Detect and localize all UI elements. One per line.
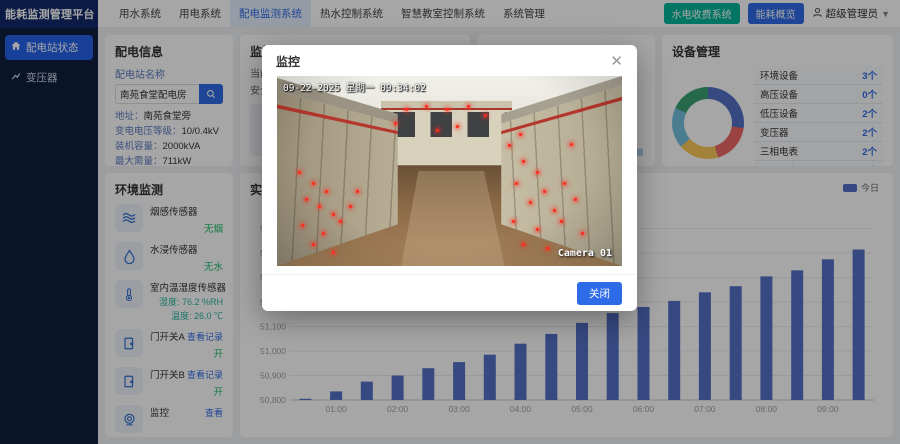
indicator-light xyxy=(581,232,584,235)
indicator-light xyxy=(467,105,470,108)
camera-modal: 监控 ✕ 09-22-2025 星期一 09:34:02 Camera 01 关… xyxy=(262,45,637,311)
indicator-light xyxy=(436,129,439,132)
indicator-light xyxy=(522,160,525,163)
close-icon[interactable]: ✕ xyxy=(610,54,623,69)
indicator-light xyxy=(312,243,315,246)
modal-footer: 关闭 xyxy=(262,274,637,311)
indicator-light xyxy=(570,143,573,146)
indicator-light xyxy=(332,213,335,216)
modal-title: 监控 xyxy=(276,53,300,70)
indicator-light xyxy=(394,122,397,125)
app-window: 能耗监测管理平台 配电站状态 变压器 用水系统用电系统配电监测系统热水控制系统智… xyxy=(0,0,900,444)
indicator-light xyxy=(519,133,522,136)
indicator-light xyxy=(305,198,308,201)
indicator-light xyxy=(298,171,301,174)
indicator-light xyxy=(484,114,487,117)
indicator-light xyxy=(536,228,539,231)
indicator-light xyxy=(332,251,335,254)
camera-feed-image: 09-22-2025 星期一 09:34:02 Camera 01 xyxy=(277,76,622,266)
indicator-light xyxy=(543,190,546,193)
modal-header: 监控 ✕ xyxy=(262,45,637,76)
camera-timestamp: 09-22-2025 星期一 09:34:02 xyxy=(283,80,426,94)
indicator-light xyxy=(553,209,556,212)
camera-name-label: Camera 01 xyxy=(558,248,612,259)
indicator-light xyxy=(322,232,325,235)
close-button[interactable]: 关闭 xyxy=(577,282,622,305)
indicator-light xyxy=(574,198,577,201)
indicator-light xyxy=(536,171,539,174)
